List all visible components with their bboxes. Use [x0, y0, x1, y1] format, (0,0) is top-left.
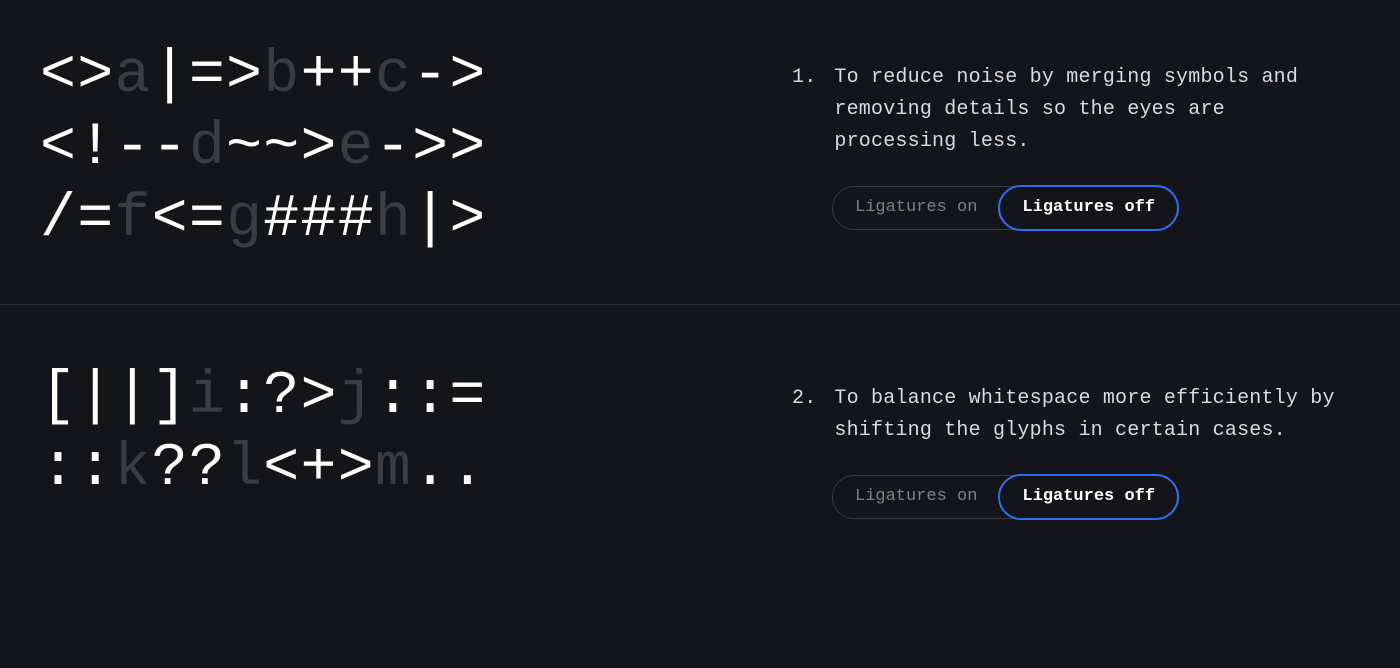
specimen-symbol: ~~>: [226, 114, 338, 182]
ligature-toggle: Ligatures on Ligatures off: [832, 186, 1179, 230]
specimen-letter: g: [226, 186, 263, 254]
specimen-symbol: <>: [40, 42, 114, 110]
specimen-symbol: <!--: [40, 114, 189, 182]
specimen-symbol: |>: [412, 186, 486, 254]
feature-section-2: [||]i:?>j::=::k??l<+>m.. 2. To balance w…: [0, 304, 1400, 567]
specimen-letter: a: [114, 42, 151, 110]
ligature-toggle: Ligatures on Ligatures off: [832, 475, 1179, 519]
specimen-symbol: <+>: [263, 435, 375, 503]
feature-section-1: <>a|=>b++c-><!--d~~>e->>/=f<=g###h|> 1. …: [0, 0, 1400, 304]
ligatures-off-button[interactable]: Ligatures off: [998, 474, 1179, 520]
item-description: To balance whitespace more efficiently b…: [834, 383, 1352, 447]
specimen-panel: <>a|=>b++c-><!--d~~>e->>/=f<=g###h|>: [40, 40, 792, 256]
specimen-letter: i: [189, 363, 226, 431]
specimen-symbol: [||]: [40, 363, 189, 431]
specimen-letter: f: [114, 186, 151, 254]
specimen-symbol: /=: [40, 186, 114, 254]
specimen-symbol: ++: [300, 42, 374, 110]
specimen-symbol: ->>: [375, 114, 487, 182]
specimen-letter: j: [338, 363, 375, 431]
specimen-symbol: ::=: [375, 363, 487, 431]
ligatures-on-button[interactable]: Ligatures on: [833, 475, 999, 519]
specimen-line: ::k??l<+>m..: [40, 433, 752, 505]
specimen-symbol: ..: [412, 435, 486, 503]
specimen-letter: c: [375, 42, 412, 110]
item-description: To reduce noise by merging symbols and r…: [834, 62, 1352, 158]
specimen-letter: l: [226, 435, 263, 503]
code-specimen: <>a|=>b++c-><!--d~~>e->>/=f<=g###h|>: [40, 40, 752, 256]
item-number: 1.: [792, 62, 816, 158]
specimen-line: /=f<=g###h|>: [40, 184, 752, 256]
specimen-symbol: ::: [40, 435, 114, 503]
specimen-letter: m: [375, 435, 412, 503]
specimen-letter: e: [338, 114, 375, 182]
specimen-letter: h: [375, 186, 412, 254]
item-number: 2.: [792, 383, 816, 447]
specimen-line: <>a|=>b++c->: [40, 40, 752, 112]
specimen-symbol: ###: [263, 186, 375, 254]
specimen-symbol: |=>: [152, 42, 264, 110]
description-panel: 2. To balance whitespace more efficientl…: [792, 361, 1352, 519]
specimen-symbol: :?>: [226, 363, 338, 431]
specimen-letter: b: [263, 42, 300, 110]
description-panel: 1. To reduce noise by merging symbols an…: [792, 40, 1352, 256]
specimen-line: <!--d~~>e->>: [40, 112, 752, 184]
code-specimen: [||]i:?>j::=::k??l<+>m..: [40, 361, 752, 505]
ligatures-on-button[interactable]: Ligatures on: [833, 186, 999, 230]
ligatures-off-button[interactable]: Ligatures off: [998, 185, 1179, 231]
specimen-panel: [||]i:?>j::=::k??l<+>m..: [40, 361, 792, 519]
specimen-symbol: ??: [152, 435, 226, 503]
specimen-letter: d: [189, 114, 226, 182]
specimen-line: [||]i:?>j::=: [40, 361, 752, 433]
specimen-symbol: <=: [152, 186, 226, 254]
specimen-letter: k: [114, 435, 151, 503]
specimen-symbol: ->: [412, 42, 486, 110]
